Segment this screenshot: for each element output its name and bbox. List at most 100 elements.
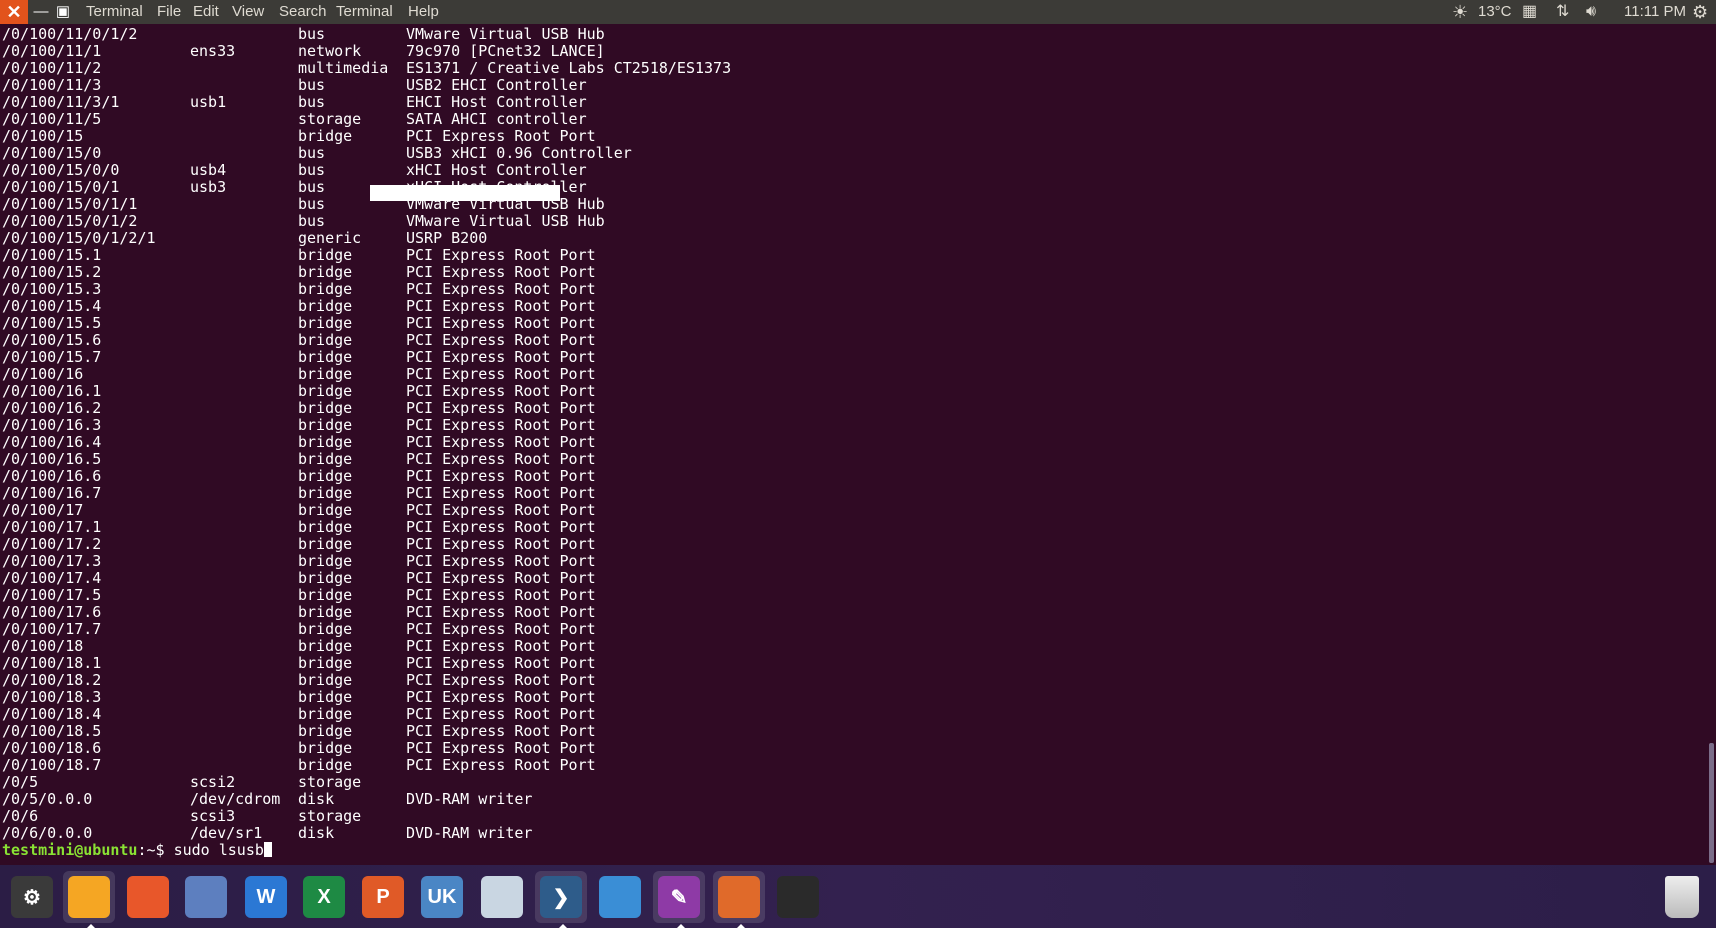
hw-class: storage <box>298 807 362 825</box>
network-icon[interactable]: ⇅ <box>1556 0 1569 24</box>
terminal-scrollbar[interactable] <box>1706 24 1716 865</box>
hw-description: PCI Express Root Port <box>406 722 596 740</box>
device-name: usb1 <box>190 93 227 111</box>
weather-temperature[interactable]: 13°C <box>1478 0 1512 24</box>
chromium-icon-glyph <box>185 876 227 918</box>
scrollbar-thumb[interactable] <box>1709 743 1714 863</box>
gnuradio-icon-glyph <box>718 876 760 918</box>
terminal-line: /0/100/15.6 bridge PCI Express Root Port <box>2 332 1700 349</box>
hw-path: /0/100/15.5 <box>2 314 102 332</box>
hw-class: storage <box>298 773 362 791</box>
hw-path: /0/100/17.2 <box>2 535 102 553</box>
hw-description: PCI Express Root Port <box>406 637 596 655</box>
hw-path: /0/100/17.6 <box>2 603 102 621</box>
editor-icon[interactable]: ✎ <box>653 871 705 928</box>
menu-search[interactable]: Search <box>279 0 327 24</box>
hw-path: /0/100/17.7 <box>2 620 102 638</box>
volume-icon[interactable]: 🔊︎ <box>1586 0 1596 24</box>
hw-class: bridge <box>298 280 353 298</box>
hw-class: bridge <box>298 620 353 638</box>
word-icon[interactable]: W <box>240 871 292 923</box>
uk-bag-icon[interactable]: UK <box>416 871 468 923</box>
hw-path: /0/5 <box>2 773 39 791</box>
terminal-line: /0/100/16.5 bridge PCI Express Root Port <box>2 451 1700 468</box>
hw-path: /0/100/11/3 <box>2 76 102 94</box>
hw-class: bus <box>298 144 326 162</box>
terminal-line: /0/100/11/1 ens33 network 79c970 [PCnet32 L… <box>2 43 1700 60</box>
hw-description: PCI Express Root Port <box>406 688 596 706</box>
hw-class: bridge <box>298 331 353 349</box>
trash-can-shape <box>1665 876 1699 918</box>
hw-path: /0/100/15.2 <box>2 263 102 281</box>
terminal-line: /0/100/11/3/1 usb1 bus EHCI Host Controller <box>2 94 1700 111</box>
menu-view[interactable]: View <box>232 0 264 24</box>
vscode-icon[interactable]: ❯ <box>535 871 587 928</box>
hw-class: bridge <box>298 484 353 502</box>
system-gear-icon[interactable]: ⚙ <box>1692 0 1708 24</box>
prompt-line[interactable]: testmini@ubuntu:~$ sudo lsusb <box>2 841 272 859</box>
save-disk-icon[interactable] <box>772 871 824 923</box>
hw-path: /0/100/15.6 <box>2 331 102 349</box>
hw-path: /0/100/17 <box>2 501 84 519</box>
window-manager-icon[interactable] <box>594 871 646 923</box>
powerpoint-icon-glyph: P <box>362 876 404 918</box>
save-disk-icon-glyph <box>777 876 819 918</box>
hw-path: /0/100/16.4 <box>2 433 102 451</box>
hw-description: PCI Express Root Port <box>406 382 596 400</box>
hw-path: /0/100/15/0/1 <box>2 178 120 196</box>
hw-path: /0/100/18.7 <box>2 756 102 774</box>
terminal-line: /0/100/15/0/1/1 bus VMware Virtual USB Hub <box>2 196 1700 213</box>
powerpoint-icon[interactable]: P <box>357 871 409 923</box>
hw-description: PCI Express Root Port <box>406 399 596 417</box>
menu-terminal[interactable]: Terminal <box>336 0 393 24</box>
terminal-line: /0/100/16 bridge PCI Express Root Port <box>2 366 1700 383</box>
hw-class: bridge <box>298 569 353 587</box>
ship-icon[interactable] <box>476 871 528 923</box>
weather-icon[interactable]: ☀ <box>1452 0 1468 24</box>
excel-icon[interactable]: X <box>298 871 350 923</box>
terminal-line: /0/100/18 bridge PCI Express Root Port <box>2 638 1700 655</box>
hw-class: bridge <box>298 348 353 366</box>
menu-file[interactable]: File <box>157 0 181 24</box>
trash-icon[interactable] <box>1656 871 1708 923</box>
hw-class: bridge <box>298 705 353 723</box>
terminal-line: /0/100/11/5 storage SATA AHCI controller <box>2 111 1700 128</box>
terminal-line: /0/100/16.6 bridge PCI Express Root Port <box>2 468 1700 485</box>
uk-bag-icon-glyph: UK <box>421 876 463 918</box>
hw-class: bridge <box>298 263 353 281</box>
menu-help[interactable]: Help <box>408 0 439 24</box>
system-settings-icon[interactable]: ⚙ <box>6 871 58 923</box>
maximize-window-button[interactable]: ▣ <box>52 0 74 24</box>
terminal-line: /0/100/15.3 bridge PCI Express Root Port <box>2 281 1700 298</box>
terminal-line: /0/100/17.7 bridge PCI Express Root Port <box>2 621 1700 638</box>
close-window-button[interactable]: ✕ <box>0 0 28 24</box>
hw-class: storage <box>298 110 362 128</box>
clock[interactable]: 11:11 PM <box>1624 0 1686 24</box>
hw-description: PCI Express Root Port <box>406 280 596 298</box>
menu-app-terminal[interactable]: Terminal <box>86 0 143 24</box>
hw-description: VMware Virtual USB Hub <box>406 195 605 213</box>
hw-description: xHCI Host Controller <box>406 178 587 196</box>
hw-class: bridge <box>298 688 353 706</box>
hw-class: bridge <box>298 518 353 536</box>
terminal-output[interactable]: /0/100/11/0/1/2 bus VMware Virtual USB Hub… <box>0 24 1700 865</box>
firefox-icon[interactable] <box>122 871 174 923</box>
chromium-icon[interactable] <box>180 871 232 923</box>
hw-path: /0/100/17.3 <box>2 552 102 570</box>
hw-path: /0/100/11/3/1 <box>2 93 120 111</box>
gnuradio-icon[interactable] <box>713 871 765 928</box>
menu-edit[interactable]: Edit <box>193 0 219 24</box>
terminal-line: /0/100/15/0/1/2/1 generic USRP B200 <box>2 230 1700 247</box>
hw-path: /0/100/15/0/1/1 <box>2 195 138 213</box>
calendar-icon[interactable]: ▦ <box>1522 0 1537 24</box>
hw-path: /0/100/18.5 <box>2 722 102 740</box>
hw-path: /0/100/18.4 <box>2 705 102 723</box>
hw-path: /0/6/0.0.0 <box>2 824 93 842</box>
hw-path: /0/100/15/0/1/2 <box>2 212 138 230</box>
command-input[interactable]: sudo lsusb <box>165 841 264 859</box>
terminal-line: /0/100/17.5 bridge PCI Express Root Port <box>2 587 1700 604</box>
files-icon[interactable] <box>63 871 115 928</box>
hw-description: PCI Express Root Port <box>406 552 596 570</box>
minimize-window-button[interactable]: — <box>30 0 52 24</box>
hw-path: /0/100/18.6 <box>2 739 102 757</box>
